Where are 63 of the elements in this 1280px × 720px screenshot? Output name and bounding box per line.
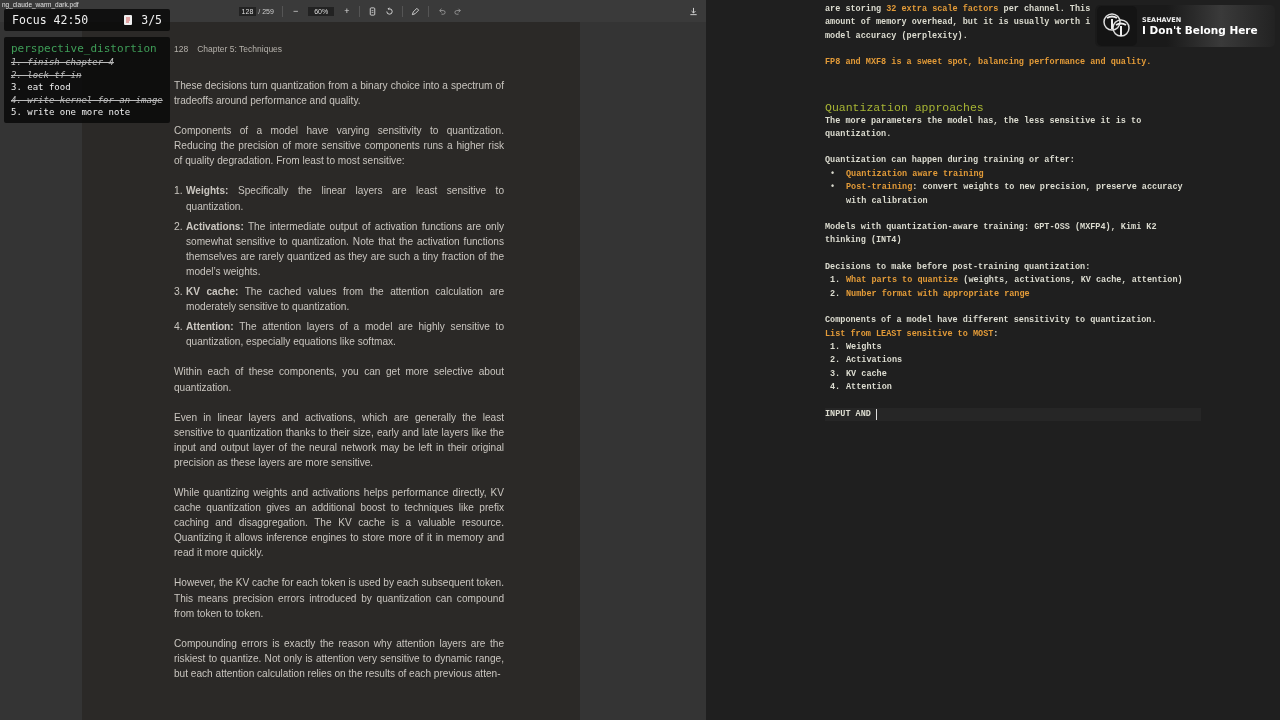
zoom-in-button[interactable]: +	[342, 6, 352, 16]
list-number: 3.	[174, 285, 184, 300]
highlighted-note: FP8 and MXF8 is a sweet spot, balancing performance and quality.	[825, 56, 1153, 70]
list-item-text: Weights: Specifically the linear layers are least sensitive to quantization.	[186, 184, 504, 214]
notepad-icon	[123, 14, 134, 26]
rotate-icon[interactable]	[385, 6, 395, 16]
note-text: Models with quantization-aware training: GPT-OSS (MXFP4), Kimi K2 thinking (INT4)	[825, 221, 1158, 248]
page-header-number: 128	[174, 44, 189, 54]
current-line-field[interactable]: INPUT AND	[825, 407, 1201, 421]
project-name: perspective_distortion	[11, 42, 157, 56]
zoom-out-button[interactable]: −	[290, 6, 301, 16]
list-item-text: KV cache	[846, 367, 887, 381]
page-header-title: Chapter 5: Techniques	[197, 44, 283, 54]
fit-page-icon[interactable]	[368, 6, 378, 16]
body-paragraph: Compounding errors is exactly the reason why attention layers are the riskiest to quantize. Not only is attention very sensitive to dynamic range, but each attention calculation relies on the results of each previous atten-	[174, 636, 504, 681]
task-item: 4. write kernel for an image	[11, 93, 163, 107]
list-item-text: Number format with appropriate range	[846, 287, 1030, 301]
list-item-text: Activations	[846, 354, 903, 368]
note-text: Decisions to make before post-training quantization:	[825, 260, 1092, 274]
list-item-text: Attention	[846, 381, 892, 395]
note-text: List from LEAST sensitive to MOST:	[825, 327, 1000, 341]
note-heading: Quantization approaches	[825, 99, 985, 115]
note-text: Components of a model have different sensitivity to quantization.	[825, 314, 1158, 328]
task-item: 2. lock tf in	[11, 68, 83, 82]
body-paragraph: These decisions turn quantization from a binary choice into a spectrum of tradeoffs around performance and quality.	[174, 79, 504, 109]
body-paragraph: Even in linear layers and activations, which are generally the least sensitive to quantization thanks to their size, early and late layers like the input and output layer of the neural network may be left in their original precision as these layers are more sensitive.	[174, 410, 504, 470]
list-item-text: Quantization aware training	[846, 167, 984, 181]
list-item-text: What parts to quantize (weights, activations, KV cache, attention)	[846, 274, 1183, 288]
undo-icon[interactable]	[437, 6, 447, 16]
annotate-icon[interactable]	[411, 6, 421, 16]
list-item-text: Activations: The intermediate output of activation functions are only somewhat sensitive to quantization. Note that the activation functions themselves are rarely quantized as they are such a tiny fraction of the model’s weights.	[186, 219, 504, 279]
list-number: 4.	[174, 320, 184, 335]
task-item: 3. eat food	[11, 81, 72, 94]
body-paragraph: However, the KV cache for each token is used by each subsequent token. This means precision errors introduced by quantization can compound from token to token.	[174, 576, 504, 621]
body-paragraph: Within each of these components, you can get more selective about quantization.	[174, 365, 504, 395]
track-title: I Don't Belong Here	[1142, 24, 1258, 36]
list-marker: 4.	[830, 381, 842, 395]
note-text: are storing 32 extra scale factors per channel. This	[825, 3, 1091, 16]
note-text: model accuracy (perplexity).	[825, 29, 968, 43]
list-item-text: Weights	[846, 340, 882, 354]
note-text: Quantization can happen during training or after:	[825, 154, 1076, 168]
list-marker: 2.	[830, 287, 842, 301]
download-icon[interactable]	[689, 6, 698, 16]
body-paragraph: Components of a model have varying sensitivity to quantization. Reducing the precision of more sensitive components runs a higher risk of quality degradation. From least to most sensitive:	[174, 124, 504, 169]
list-item-text: KV cache: The cached values from the attention calculation are moderately sensitive to quantization.	[186, 285, 504, 315]
list-marker: 1.	[830, 274, 842, 288]
list-marker: •	[830, 167, 837, 181]
list-item-text: Post-training: convert weights to new precision, preserve accuracy with calibration	[846, 181, 1184, 208]
note-text: The more parameters the model has, the less sensitive it is to quantization.	[825, 114, 1143, 142]
list-marker: •	[830, 181, 837, 195]
list-number: 2.	[174, 219, 184, 234]
list-number: 1.	[174, 184, 184, 199]
focus-timer: Focus 42:50	[12, 13, 89, 27]
note-text: amount of memory overhead, but it is usually worth i	[825, 16, 1091, 30]
task-item: 1. finish chapter 4	[11, 56, 115, 69]
body-paragraph: While quantizing weights and activations helps performance directly, KV cache quantization gives an additional boost to techniques like prefix caching and disaggregation. The KV cache is a valuable resource. Quantizing it allows inference engines to store more of it in memory and read it more quickly.	[174, 485, 504, 561]
list-marker: 1.	[830, 340, 842, 354]
list-item-text: Attention: The attention layers of a model are highly sensitive to quantization, especially equations like softmax.	[186, 320, 504, 350]
band-logo-icon	[1097, 6, 1137, 46]
list-marker: 2.	[830, 354, 842, 368]
task-item: 5. write one more note	[11, 106, 132, 119]
task-count: 3/5	[141, 13, 162, 27]
list-marker: 3.	[830, 367, 842, 381]
